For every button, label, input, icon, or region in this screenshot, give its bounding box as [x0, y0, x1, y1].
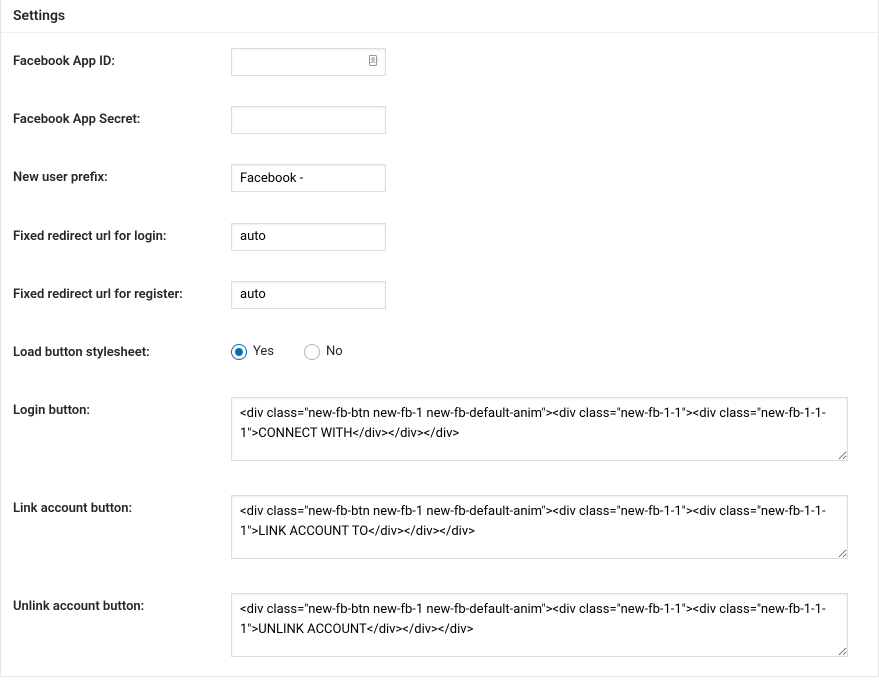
textarea-login-button[interactable]	[231, 397, 848, 461]
input-redirect-register[interactable]	[231, 281, 386, 309]
label-user-prefix: New user prefix:	[1, 149, 221, 207]
label-link-button: Link account button:	[1, 480, 221, 578]
label-redirect-login: Fixed redirect url for login:	[1, 208, 221, 266]
panel-header: Settings	[1, 0, 878, 33]
radio-no[interactable]	[304, 344, 320, 360]
settings-form-table: Facebook App ID:	[1, 33, 878, 676]
settings-panel: Settings Facebook App ID:	[0, 0, 879, 677]
input-user-prefix[interactable]	[231, 164, 386, 192]
panel-title: Settings	[13, 8, 866, 24]
radio-label-no[interactable]: No	[304, 344, 343, 360]
radio-text-no: No	[326, 344, 343, 359]
radio-yes[interactable]	[231, 344, 247, 360]
label-app-id: Facebook App ID:	[1, 33, 221, 91]
radio-group-stylesheet: Yes No	[231, 339, 868, 360]
input-redirect-login[interactable]	[231, 223, 386, 251]
input-app-id[interactable]	[231, 48, 386, 76]
textarea-link-button[interactable]	[231, 495, 848, 559]
radio-label-yes[interactable]: Yes	[231, 344, 274, 360]
input-app-secret[interactable]	[231, 106, 386, 134]
textarea-unlink-button[interactable]	[231, 593, 848, 657]
label-load-stylesheet: Load button stylesheet:	[1, 324, 221, 382]
label-app-secret: Facebook App Secret:	[1, 91, 221, 149]
label-login-button: Login button:	[1, 382, 221, 480]
label-unlink-button: Unlink account button:	[1, 578, 221, 676]
radio-text-yes: Yes	[253, 344, 274, 359]
label-redirect-register: Fixed redirect url for register:	[1, 266, 221, 324]
